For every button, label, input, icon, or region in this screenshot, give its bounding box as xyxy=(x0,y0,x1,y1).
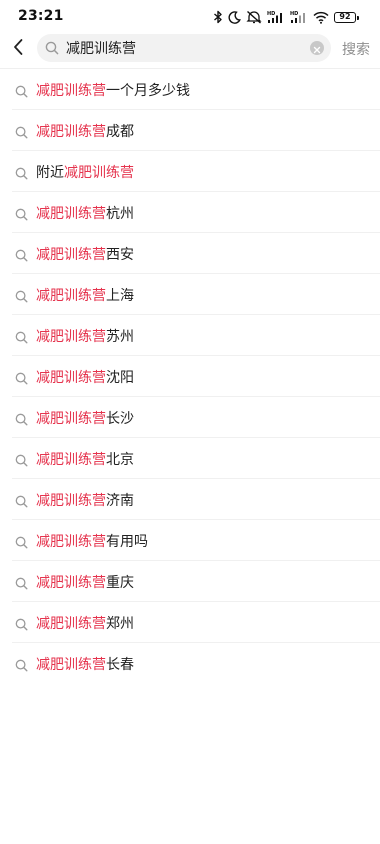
suggestion-suffix: 长沙 xyxy=(106,410,134,427)
suggestion-match: 减肥训练营 xyxy=(36,123,106,140)
suggestion-text: 附近减肥训练营 xyxy=(36,162,134,182)
search-box[interactable] xyxy=(37,34,331,62)
search-icon xyxy=(15,83,28,98)
suggestion-suffix: 成都 xyxy=(106,123,134,140)
wifi-icon xyxy=(313,11,329,24)
suggestion-match: 减肥训练营 xyxy=(36,369,106,386)
suggestion-text: 减肥训练营沈阳 xyxy=(36,367,134,387)
suggestion-text: 减肥训练营长春 xyxy=(36,654,134,674)
suggestion-item[interactable]: 减肥训练营郑州 xyxy=(0,602,380,643)
mute-icon xyxy=(246,10,262,24)
search-header: 搜索 xyxy=(0,32,380,66)
status-time: 23:21 xyxy=(18,8,64,24)
clear-icon xyxy=(313,39,321,58)
suggestion-match: 减肥训练营 xyxy=(36,656,106,673)
search-icon xyxy=(15,657,28,672)
svg-text:HD: HD xyxy=(267,11,275,17)
status-icons: HD HD 92 xyxy=(213,8,359,26)
suggestion-item[interactable]: 减肥训练营长沙 xyxy=(0,397,380,438)
suggestion-text: 减肥训练营一个月多少钱 xyxy=(36,80,190,100)
moon-icon xyxy=(228,10,241,24)
suggestion-suffix: 杭州 xyxy=(106,205,134,222)
suggestion-item[interactable]: 减肥训练营苏州 xyxy=(0,315,380,356)
suggestion-match: 减肥训练营 xyxy=(36,246,106,263)
battery-icon: 92 xyxy=(334,11,359,23)
suggestion-text: 减肥训练营苏州 xyxy=(36,326,134,346)
suggestion-suffix: 济南 xyxy=(106,492,134,509)
search-input[interactable] xyxy=(66,40,296,56)
suggestion-match: 减肥训练营 xyxy=(36,410,106,427)
suggestion-item[interactable]: 减肥训练营一个月多少钱 xyxy=(0,69,380,110)
suggestion-item[interactable]: 减肥训练营北京 xyxy=(0,438,380,479)
search-icon xyxy=(15,288,28,303)
search-icon xyxy=(15,534,28,549)
search-icon xyxy=(15,165,28,180)
search-icon xyxy=(15,124,28,139)
suggestion-suffix: 有用吗 xyxy=(106,533,148,550)
suggestion-text: 减肥训练营重庆 xyxy=(36,572,134,592)
suggestion-text: 减肥训练营上海 xyxy=(36,285,134,305)
chevron-left-icon xyxy=(12,38,24,60)
suggestion-match: 减肥训练营 xyxy=(36,533,106,550)
svg-text:HD: HD xyxy=(290,11,298,17)
suggestion-suffix: 沈阳 xyxy=(106,369,134,386)
suggestion-suffix: 北京 xyxy=(106,451,134,468)
suggestion-match: 减肥训练营 xyxy=(36,492,106,509)
suggestion-match: 减肥训练营 xyxy=(36,615,106,632)
suggestion-text: 减肥训练营长沙 xyxy=(36,408,134,428)
clear-button[interactable] xyxy=(310,41,324,55)
suggestion-suffix: 长春 xyxy=(106,656,134,673)
search-icon xyxy=(15,206,28,221)
suggestion-match: 减肥训练营 xyxy=(36,287,106,304)
suggestion-suffix: 上海 xyxy=(106,287,134,304)
suggestion-match: 减肥训练营 xyxy=(36,328,106,345)
suggestion-item[interactable]: 减肥训练营长春 xyxy=(0,643,380,684)
search-icon xyxy=(45,41,59,55)
search-icon xyxy=(15,452,28,467)
suggestion-match: 减肥训练营 xyxy=(36,574,106,591)
suggestion-match: 减肥训练营 xyxy=(36,205,106,222)
hd-signal-icon: HD xyxy=(290,10,308,24)
suggestion-text: 减肥训练营济南 xyxy=(36,490,134,510)
search-icon xyxy=(15,411,28,426)
search-icon xyxy=(15,575,28,590)
suggestion-item[interactable]: 减肥训练营重庆 xyxy=(0,561,380,602)
suggestion-match: 减肥训练营 xyxy=(36,82,106,99)
battery-level: 92 xyxy=(339,12,351,21)
back-button[interactable] xyxy=(4,34,32,64)
suggestion-item[interactable]: 减肥训练营西安 xyxy=(0,233,380,274)
suggestion-suffix: 苏州 xyxy=(106,328,134,345)
search-icon xyxy=(15,329,28,344)
search-icon xyxy=(15,370,28,385)
suggestion-prefix: 附近 xyxy=(36,164,64,181)
suggestion-text: 减肥训练营郑州 xyxy=(36,613,134,633)
search-button[interactable]: 搜索 xyxy=(342,39,370,59)
suggestion-item[interactable]: 减肥训练营杭州 xyxy=(0,192,380,233)
search-icon xyxy=(15,616,28,631)
suggestion-list: 减肥训练营一个月多少钱 减肥训练营成都 附近减肥训练营 减肥训练营杭州 减肥训练营西安减… xyxy=(0,69,380,684)
suggestion-text: 减肥训练营北京 xyxy=(36,449,134,469)
search-icon xyxy=(15,247,28,262)
suggestion-item[interactable]: 减肥训练营成都 xyxy=(0,110,380,151)
hd-signal-icon: HD xyxy=(267,10,285,24)
search-icon xyxy=(15,493,28,508)
suggestion-text: 减肥训练营杭州 xyxy=(36,203,134,223)
suggestion-suffix: 重庆 xyxy=(106,574,134,591)
suggestion-text: 减肥训练营有用吗 xyxy=(36,531,148,551)
suggestion-suffix: 郑州 xyxy=(106,615,134,632)
suggestion-item[interactable]: 减肥训练营沈阳 xyxy=(0,356,380,397)
suggestion-text: 减肥训练营西安 xyxy=(36,244,134,264)
suggestion-text: 减肥训练营成都 xyxy=(36,121,134,141)
suggestion-item[interactable]: 减肥训练营济南 xyxy=(0,479,380,520)
status-bar: 23:21 HD HD 92 xyxy=(0,0,380,32)
suggestion-suffix: 一个月多少钱 xyxy=(106,82,190,99)
suggestion-match: 减肥训练营 xyxy=(36,451,106,468)
suggestion-suffix: 西安 xyxy=(106,246,134,263)
suggestion-match: 减肥训练营 xyxy=(64,164,134,181)
suggestion-item[interactable]: 附近减肥训练营 xyxy=(0,151,380,192)
suggestion-item[interactable]: 减肥训练营有用吗 xyxy=(0,520,380,561)
suggestion-item[interactable]: 减肥训练营上海 xyxy=(0,274,380,315)
bluetooth-icon xyxy=(213,10,223,24)
